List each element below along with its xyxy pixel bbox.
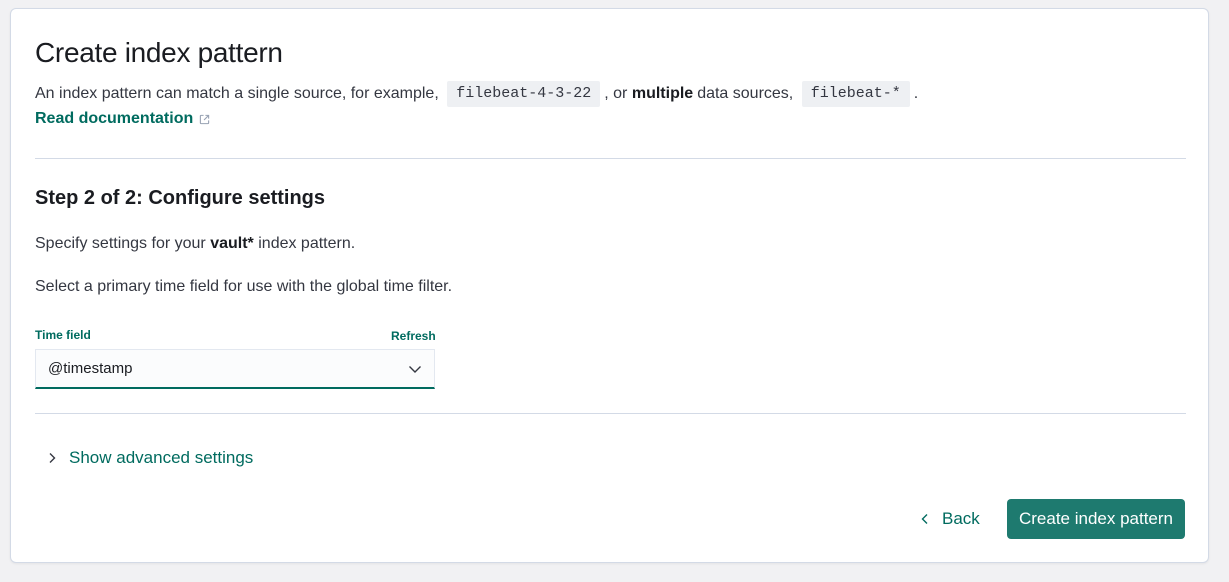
show-advanced-settings-label: Show advanced settings [69,448,254,467]
example-multiple-sources: filebeat-* [801,81,910,107]
read-documentation-link[interactable]: Read documentation [35,110,210,128]
external-link-icon [200,114,210,124]
step-title: Step 2 of 2: Configure settings [35,187,326,209]
page-title: Create index pattern [35,37,283,68]
create-index-pattern-panel: Create index pattern An index pattern ca… [10,8,1209,563]
description-middle: , or [604,85,628,102]
page-description: An index pattern can match a single sour… [35,81,918,107]
pattern-settings-text: Specify settings for your vault* index p… [35,235,356,252]
settings-divider [35,413,1186,414]
read-documentation-label: Read documentation [35,110,194,127]
time-field-label: Time field [35,328,91,342]
refresh-button[interactable]: Refresh [391,329,436,343]
example-single-source: filebeat-4-3-22 [447,81,601,107]
description-bold-multiple: multiple [631,85,694,102]
description-prefix: An index pattern can match a single sour… [35,85,439,102]
pattern-name: vault* [210,235,254,252]
back-label: Back [942,509,980,528]
description-end: . [913,85,919,102]
time-field-select[interactable]: @timestamp [35,349,435,389]
create-index-pattern-button[interactable]: Create index pattern [1007,499,1185,539]
chevron-right-icon [49,453,56,463]
show-advanced-settings-toggle[interactable]: Show advanced settings [47,448,253,468]
description-suffix: data sources, [697,85,794,102]
back-button[interactable]: Back [908,499,992,539]
chevron-down-icon [409,365,421,373]
header-divider [35,158,1186,159]
time-field-instruction: Select a primary time field for use with… [35,278,453,295]
chevron-left-icon [921,514,928,524]
time-field-value: @timestamp [48,360,133,377]
